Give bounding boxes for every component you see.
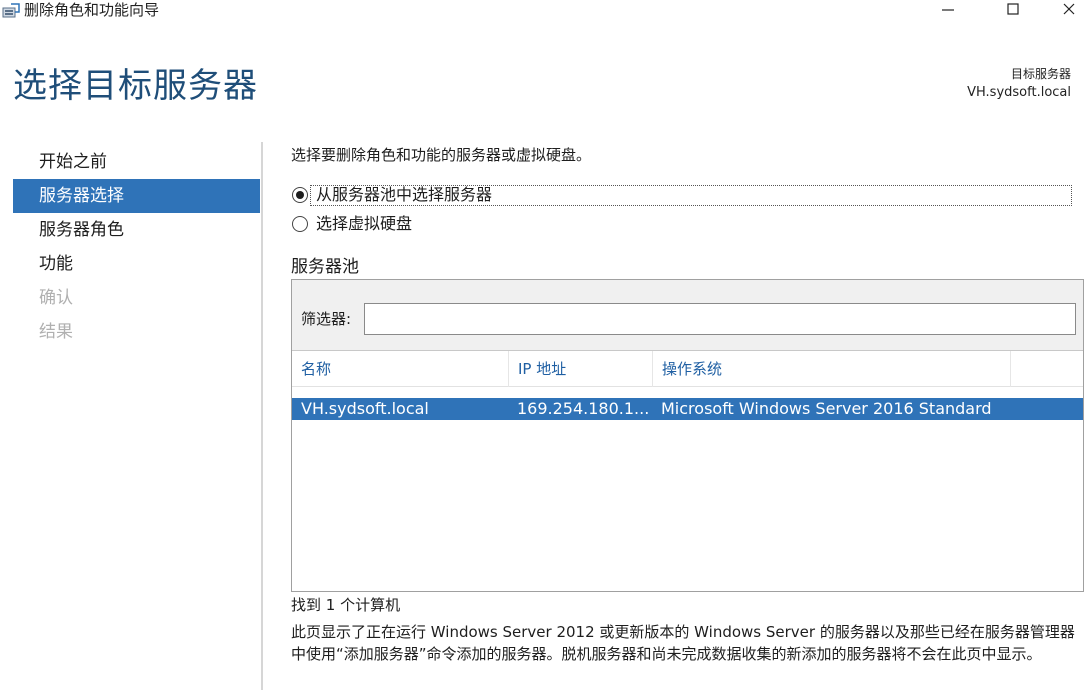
cell-ip-address: 169.254.180.1... xyxy=(517,399,649,418)
column-header-spacer xyxy=(1010,351,1083,387)
radio-vhd-option[interactable]: 选择虚拟硬盘 xyxy=(292,213,412,235)
destination-server-value: VH.sydsoft.local xyxy=(967,85,1071,100)
radio-button-vhd[interactable] xyxy=(292,216,308,232)
minimize-button[interactable] xyxy=(925,0,971,22)
destination-server-label: 目标服务器 xyxy=(1010,67,1071,81)
nav-item-confirmation: 确认 xyxy=(39,288,73,308)
instruction-text: 选择要删除角色和功能的服务器或虚拟硬盘。 xyxy=(291,146,592,164)
nav-item-results: 结果 xyxy=(39,322,73,342)
server-pool-heading: 服务器池 xyxy=(291,257,359,277)
maximize-button[interactable] xyxy=(990,0,1036,22)
close-button[interactable] xyxy=(1052,0,1086,22)
filter-input[interactable] xyxy=(364,303,1076,335)
server-grid: 名称 IP 地址 操作系统 VH.sydsoft.local 169.254.1… xyxy=(292,350,1083,591)
title-bar: 删除角色和功能向导 xyxy=(0,0,1086,26)
nav-item-features[interactable]: 功能 xyxy=(13,247,260,281)
column-header-os[interactable]: 操作系统 xyxy=(652,351,1010,387)
cell-operating-system: Microsoft Windows Server 2016 Standard xyxy=(661,399,992,418)
cell-server-name: VH.sydsoft.local xyxy=(301,399,429,418)
radio-vhd-label[interactable]: 选择虚拟硬盘 xyxy=(316,214,412,234)
focus-rectangle xyxy=(310,185,1072,206)
nav-item-before-you-begin[interactable]: 开始之前 xyxy=(13,145,260,179)
table-row[interactable]: VH.sydsoft.local 169.254.180.1... Micros… xyxy=(292,398,1083,420)
minimize-icon xyxy=(940,1,956,21)
server-pool-panel: 筛选器: 名称 IP 地址 操作系统 VH.sydsoft.local 169.… xyxy=(291,279,1084,592)
description-text: 此页显示了正在运行 Windows Server 2012 或更新版本的 Win… xyxy=(291,623,1075,663)
column-header-name[interactable]: 名称 xyxy=(292,351,508,387)
wizard-nav: 开始之前 服务器选择 服务器角色 功能 确认 结果 xyxy=(13,145,260,349)
grid-header: 名称 IP 地址 操作系统 xyxy=(292,351,1083,387)
page-title: 选择目标服务器 xyxy=(13,66,258,106)
server-manager-icon xyxy=(2,3,20,19)
maximize-icon xyxy=(1005,1,1021,21)
found-count-text: 找到 1 个计算机 xyxy=(291,596,401,614)
close-icon xyxy=(1061,1,1077,21)
nav-item-server-roles[interactable]: 服务器角色 xyxy=(13,213,260,247)
window-title: 删除角色和功能向导 xyxy=(24,1,160,19)
nav-divider xyxy=(261,142,263,690)
column-header-ip[interactable]: IP 地址 xyxy=(508,351,652,387)
filter-label: 筛选器: xyxy=(301,310,352,328)
nav-item-server-selection[interactable]: 服务器选择 xyxy=(13,179,260,213)
radio-button-server-pool[interactable] xyxy=(292,187,308,203)
